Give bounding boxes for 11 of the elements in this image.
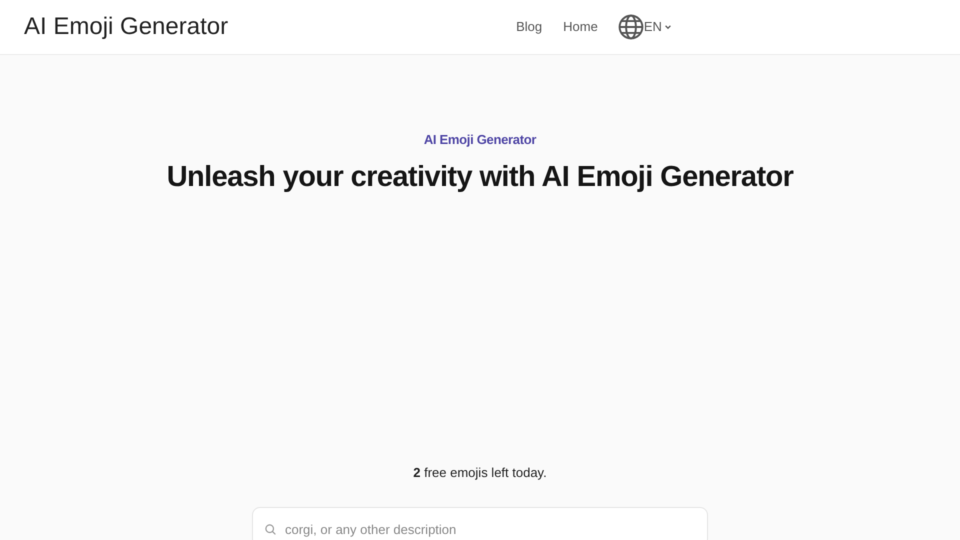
search-icon (264, 522, 277, 536)
globe-icon[interactable] (618, 14, 644, 40)
quota-text: 2 free emojis left today. (413, 464, 547, 482)
site-logo[interactable]: AI Emoji Generator (24, 9, 228, 45)
chevron-down-icon (664, 23, 672, 31)
nav-link[interactable]: Blog (516, 17, 542, 37)
search-field[interactable]: corgi, or any other description (252, 506, 708, 540)
hero-title: Unleash your creativity with AI Emoji Generator (166, 160, 794, 194)
nav-link[interactable]: Home (563, 17, 598, 37)
eyebrow-label: AI Emoji Generator (424, 131, 536, 149)
language-selector[interactable]: EN (644, 17, 672, 37)
